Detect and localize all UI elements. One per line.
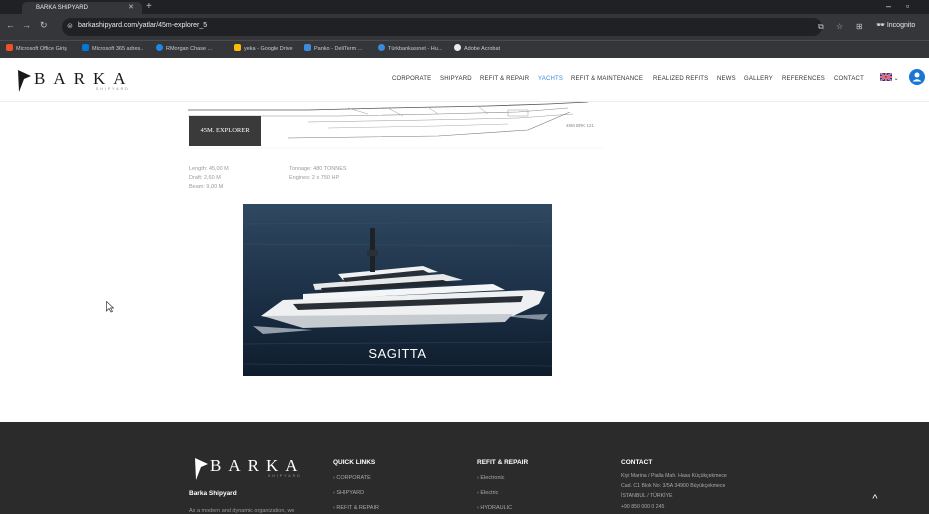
new-tab-icon[interactable]: + <box>146 1 152 12</box>
footer-link-label: REFIT & REPAIR <box>336 505 379 511</box>
extensions-icon[interactable]: ⊞ <box>856 22 863 31</box>
footer-link-hydraulic[interactable]: ‹ HYDRAULIC <box>477 505 512 511</box>
incognito-badge[interactable]: 🕶 Incognito <box>876 21 915 29</box>
bookmark-label: Adobe Acrobat <box>464 46 501 52</box>
footer-link-label: Electric <box>480 490 499 496</box>
folder-icon <box>304 44 311 51</box>
bookmark-item[interactable]: Panko - DeliTerm ... <box>304 44 362 52</box>
menu-news[interactable]: NEWS <box>717 76 736 82</box>
spec-engines: Engines: 2 x 750 HP <box>289 175 340 181</box>
uk-flag-icon <box>879 72 893 82</box>
site-footer <box>0 422 929 514</box>
footer-logo-icon[interactable] <box>193 456 209 487</box>
bookmark-item[interactable]: Türkbankasınet - Hu... <box>378 44 442 52</box>
bookmark-label: RMorgan Chase ... <box>166 46 213 52</box>
bookmark-item[interactable]: yeka - Google Drive <box>234 44 293 52</box>
menu-yachts[interactable]: YACHTS <box>538 76 563 82</box>
photo-caption: SAGITTA <box>368 346 427 361</box>
globe-icon <box>378 44 385 51</box>
bookmark-label: Microsoft Office Giriş <box>16 46 67 52</box>
footer-company-desc: As a modern and dynamic organization, we <box>189 508 295 514</box>
reload-icon[interactable]: ↻ <box>40 20 48 31</box>
spec-beam: Beam: 9,00 M <box>189 184 224 190</box>
bookmark-label: Panko - DeliTerm ... <box>314 46 363 52</box>
contact-address-1: Kiyi Marina / Pialla Mah. Hasa Küçükçekm… <box>621 473 727 479</box>
mouse-cursor-icon <box>106 300 115 318</box>
chevron-down-icon: ⌄ <box>892 76 899 82</box>
scroll-to-top-icon[interactable]: ^ <box>866 490 884 508</box>
site-logo-sub: SHIPYARD <box>96 87 130 91</box>
bookmark-item[interactable]: Microsoft Office Giriş <box>6 44 67 52</box>
menu-corporate[interactable]: CORPORATE <box>392 76 431 82</box>
specs-left: Length: 45,00 M Draft: 2,60 M Beam: 9,00… <box>189 165 229 192</box>
minimize-icon[interactable]: – <box>886 1 891 11</box>
bookmark-label: yeka - Google Drive <box>244 46 293 52</box>
contact-phone[interactable]: +90 850 000 0 245 <box>621 504 664 510</box>
forward-icon[interactable]: → <box>22 20 31 30</box>
menu-references[interactable]: REFERENCES <box>782 76 825 82</box>
menu-refit-maintenance[interactable]: REFIT & MAINTENANCE <box>571 76 643 82</box>
spec-tonnage: Tonnage: 480 TONNES <box>289 166 347 172</box>
footer-link-electronic[interactable]: ‹ Electronic <box>477 475 505 481</box>
footer-link-label: Electronic <box>480 475 505 481</box>
footer-link-label: SHIPYARD <box>336 490 365 496</box>
microsoft-icon <box>82 44 89 51</box>
url-text: barkashipyard.com/yatlar/45m-explorer_5 <box>78 22 208 29</box>
bookmark-item[interactable]: Adobe Acrobat <box>454 44 500 52</box>
menu-refit-repair[interactable]: REFIT & REPAIR <box>480 76 529 82</box>
footer-link-electric[interactable]: ‹ Electric <box>477 490 498 496</box>
refit-repair-heading: REFIT & REPAIR <box>477 459 529 466</box>
browser-tab[interactable]: BARKA SHIPYARD <box>22 2 142 14</box>
footer-link-label: CORPORATE <box>336 475 371 481</box>
bookmark-label: Türkbankasınet - Hu... <box>388 46 443 52</box>
restore-icon[interactable]: ▫ <box>906 1 909 11</box>
footer-link-corporate[interactable]: ‹ CORPORATE <box>333 475 371 481</box>
barka-logo-icon[interactable] <box>16 68 32 99</box>
footer-logo-sub: SHIPYARD <box>268 474 302 478</box>
specs-right: Tonnage: 480 TONNES Engines: 2 x 750 HP <box>289 165 347 183</box>
contact-city: İSTANBUL / TÜRKİYE <box>621 493 673 499</box>
bookmark-star-icon[interactable]: ☆ <box>836 22 843 31</box>
bookmark-item[interactable]: RMorgan Chase ... <box>156 44 212 52</box>
incognito-label: Incognito <box>886 22 916 29</box>
user-account-icon[interactable] <box>909 69 925 85</box>
language-selector[interactable]: ⌄ <box>879 72 902 85</box>
footer-link-refit-repair[interactable]: ‹ REFIT & REPAIR <box>333 505 379 511</box>
translate-icon[interactable]: ⧉ <box>818 22 824 32</box>
back-icon[interactable]: ← <box>6 20 15 30</box>
tab-title: BARKA SHIPYARD <box>36 5 88 11</box>
drawing-caption: 45M BRK 121 <box>566 123 595 128</box>
footer-link-label: HYDRAULIC <box>480 505 513 511</box>
model-label: 45M. EXPLORER <box>189 116 261 146</box>
menu-gallery[interactable]: GALLERY <box>744 76 773 82</box>
footer-company-name: Barka Shipyard <box>189 490 237 497</box>
office-icon <box>6 44 13 51</box>
spec-length: Length: 45,00 M <box>189 166 229 172</box>
adobe-icon <box>454 44 461 51</box>
footer-logo-text[interactable]: BARKA <box>210 456 305 476</box>
menu-contact[interactable]: CONTACT <box>834 76 864 82</box>
site-logo-text[interactable]: BARKA <box>34 69 134 89</box>
bookmark-label: Microsoft 365 adres.. <box>92 46 144 52</box>
contact-heading: CONTACT <box>621 459 653 466</box>
google-drive-icon <box>234 44 241 51</box>
site-info-icon[interactable]: ⊜ <box>67 22 73 30</box>
footer-link-shipyard[interactable]: ‹ SHIPYARD <box>333 490 364 496</box>
close-tab-icon[interactable]: ✕ <box>126 3 136 13</box>
spec-draft: Draft: 2,60 M <box>189 175 221 181</box>
chase-icon <box>156 44 163 51</box>
contact-address-2: Cad. C1 Blok No: 3/5A 34900 Büyükçekmece <box>621 483 726 489</box>
menu-realized-refits[interactable]: REALIZED REFITS <box>653 76 708 82</box>
quick-links-heading: QUICK LINKS <box>333 459 376 466</box>
bookmark-item[interactable]: Microsoft 365 adres.. <box>82 44 143 52</box>
menu-shipyard[interactable]: SHIPYARD <box>440 76 472 82</box>
